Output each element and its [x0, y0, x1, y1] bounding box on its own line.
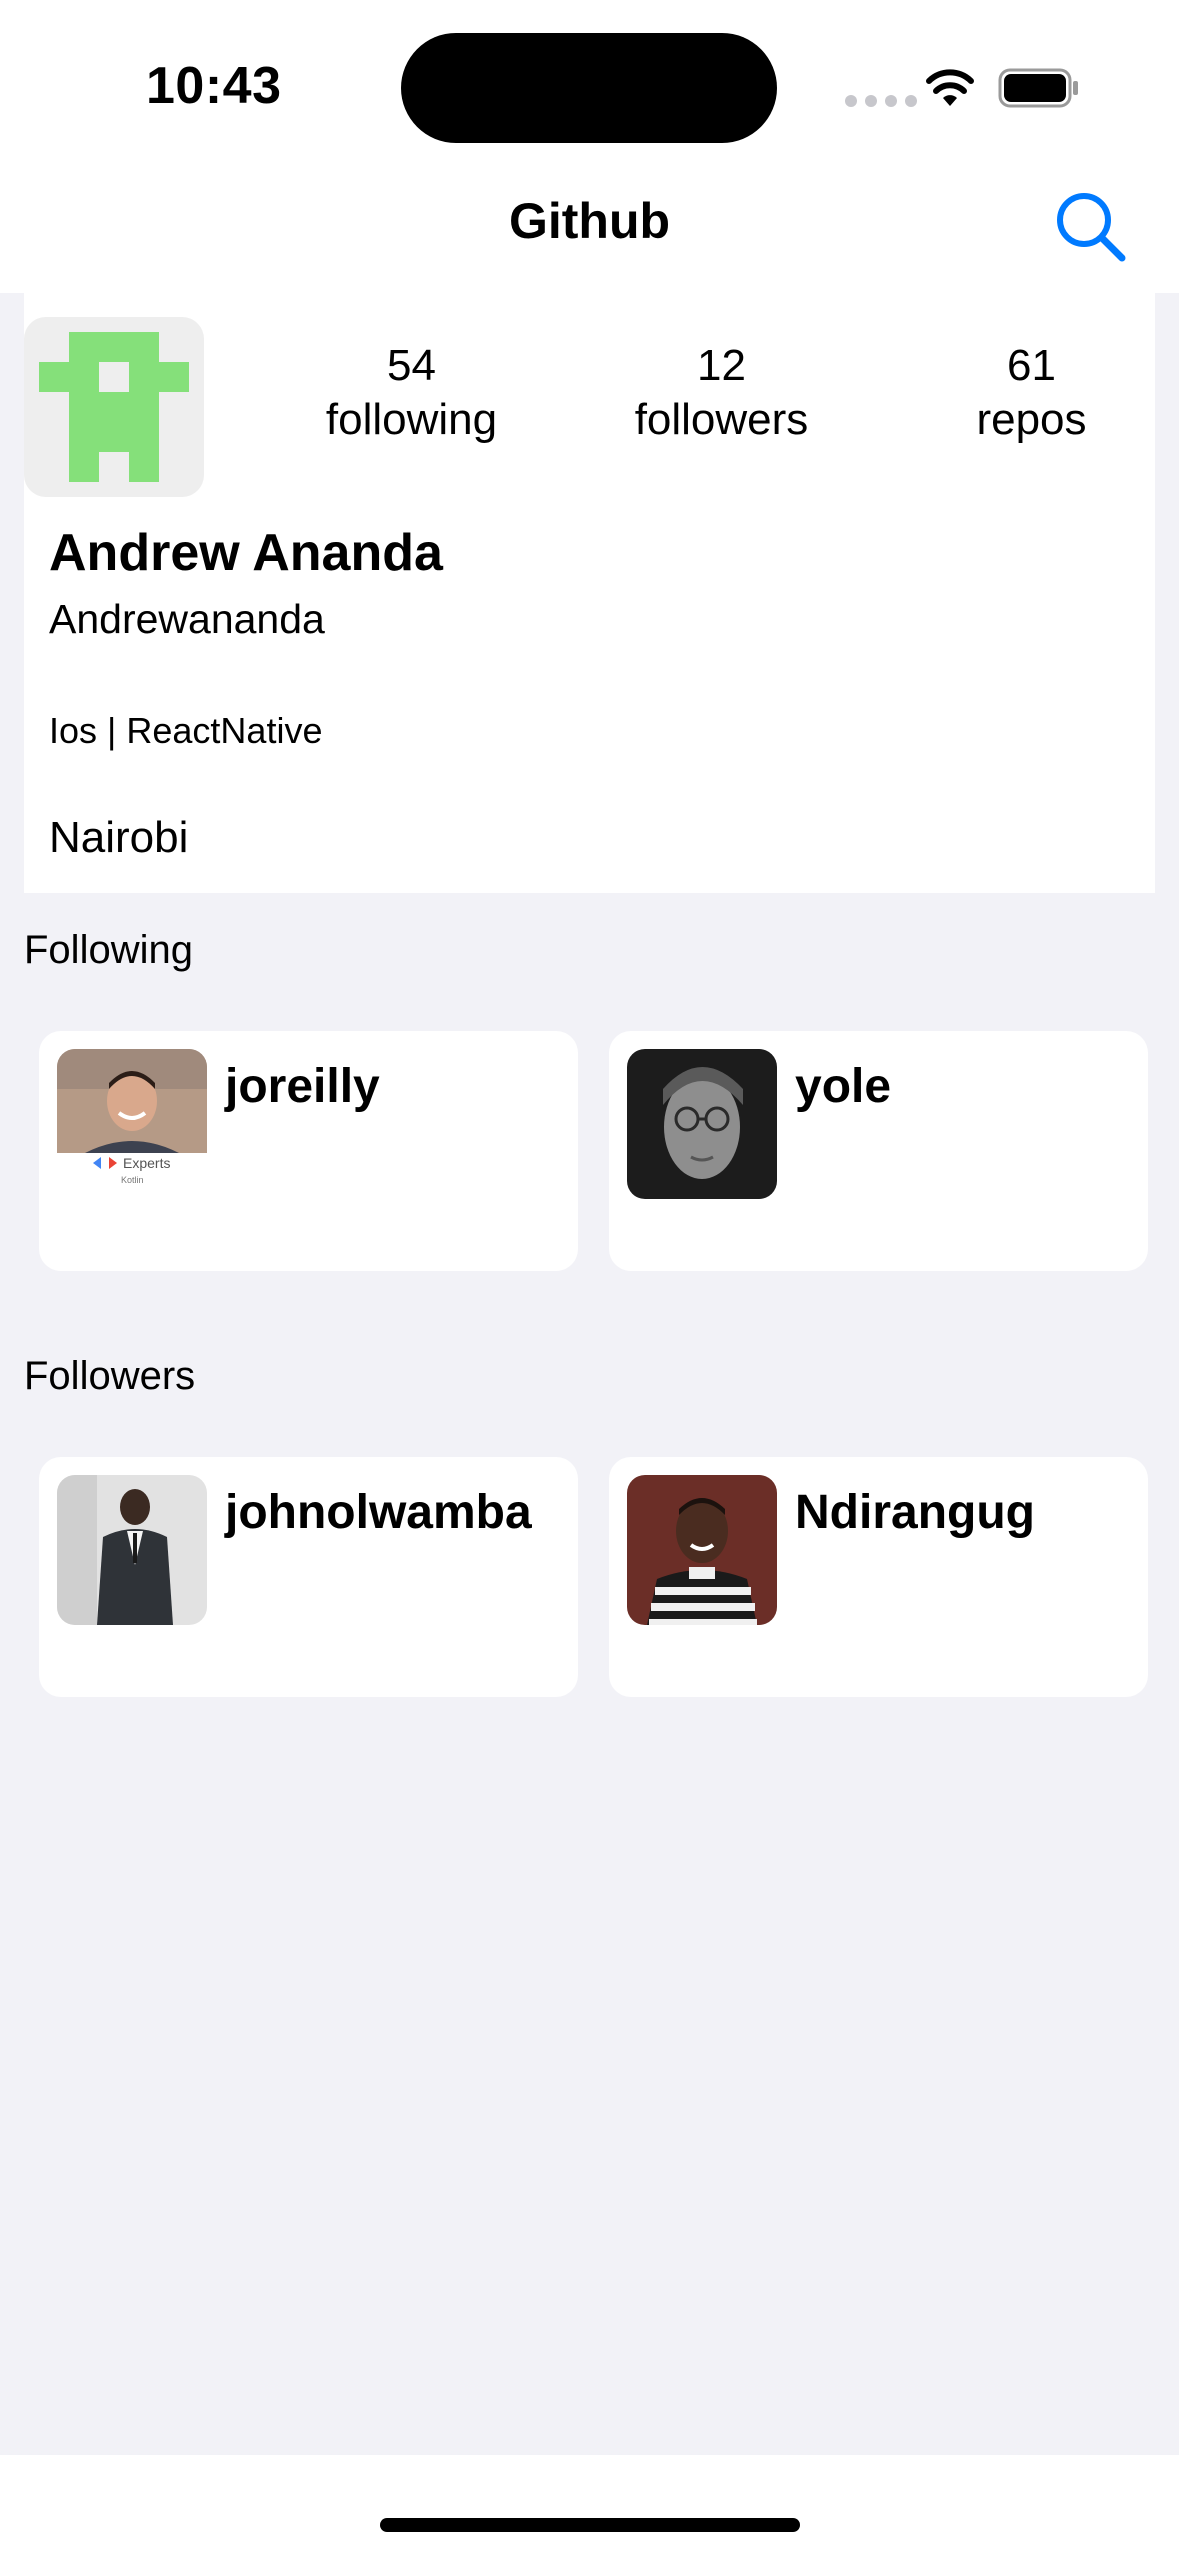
- user-avatar: [627, 1475, 777, 1625]
- profile-bio: Ios | ReactNative: [49, 710, 323, 751]
- repos-label: repos: [976, 395, 1087, 444]
- user-avatar: Experts Kotlin: [57, 1049, 207, 1199]
- stat-repos[interactable]: 61 repos: [909, 339, 1154, 447]
- user-photo-icon: [627, 1475, 777, 1625]
- profile-name: Andrew Ananda: [49, 524, 443, 582]
- repos-count: 61: [1007, 341, 1056, 390]
- followers-count: 12: [697, 341, 746, 390]
- user-photo-icon: [627, 1049, 777, 1199]
- nav-title: Github: [508, 193, 671, 249]
- following-count: 54: [387, 341, 436, 390]
- user-card-yole[interactable]: yole: [609, 1031, 1148, 1271]
- profile-location: Nairobi: [49, 813, 189, 862]
- user-photo-icon: [57, 1475, 207, 1625]
- top-bar: 10:43 Github: [0, 0, 1179, 293]
- profile-login: Andrewananda: [49, 596, 325, 642]
- user-name: yole: [795, 1060, 892, 1113]
- following-section-title: Following: [24, 928, 193, 972]
- home-indicator-area: [0, 2455, 1179, 2556]
- stat-following[interactable]: 54 following: [289, 339, 534, 447]
- cellular-signal-icon: [845, 95, 917, 107]
- user-card-johnolwamba[interactable]: johnolwamba: [39, 1457, 578, 1697]
- battery-icon: [998, 68, 1078, 108]
- following-label: following: [325, 395, 498, 444]
- dynamic-island: [401, 33, 777, 143]
- screen: 10:43 Github 54 following 12 followers 6…: [0, 0, 1179, 2556]
- profile-card: 54 following 12 followers 61 repos Andre…: [24, 293, 1155, 893]
- followers-label: followers: [634, 395, 809, 444]
- identicon-icon: [39, 332, 189, 482]
- status-time: 10:43: [146, 57, 282, 115]
- user-name: joreilly: [225, 1060, 380, 1113]
- user-avatar: [627, 1049, 777, 1199]
- experts-badge-sub: Kotlin: [121, 1175, 144, 1185]
- user-name: Ndirangug: [795, 1486, 1035, 1539]
- home-indicator[interactable]: [380, 2518, 800, 2532]
- search-icon[interactable]: [1054, 190, 1128, 264]
- experts-badge-text: Experts: [123, 1155, 171, 1171]
- user-name: johnolwamba: [225, 1486, 532, 1539]
- user-card-joreilly[interactable]: Experts Kotlin joreilly: [39, 1031, 578, 1271]
- user-avatar: [57, 1475, 207, 1625]
- stat-followers[interactable]: 12 followers: [599, 339, 844, 447]
- followers-section-title: Followers: [24, 1354, 196, 1398]
- wifi-icon: [926, 69, 974, 106]
- user-card-ndirangug[interactable]: Ndirangug: [609, 1457, 1148, 1697]
- profile-avatar[interactable]: [24, 317, 204, 497]
